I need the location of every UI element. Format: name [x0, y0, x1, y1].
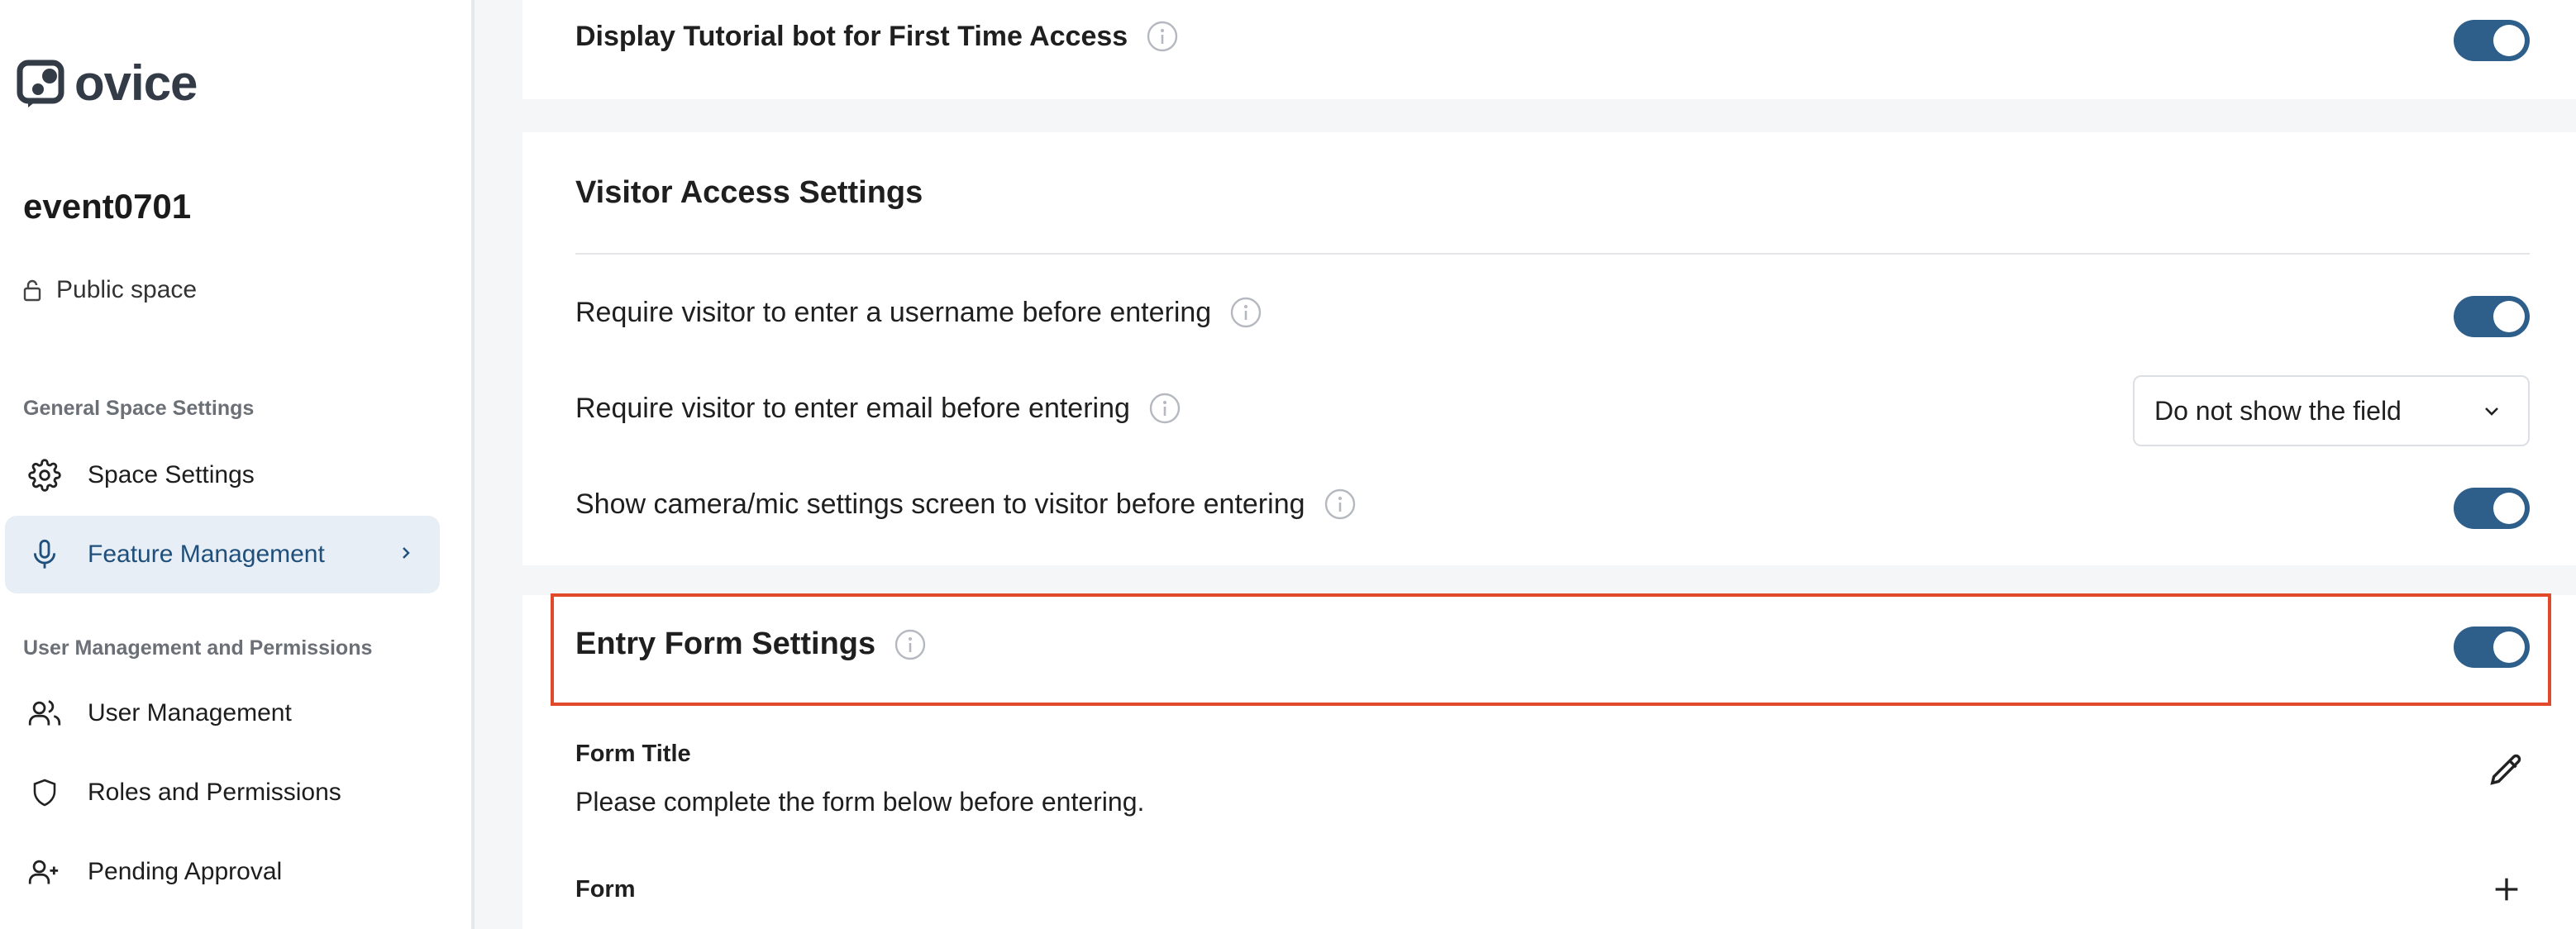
pencil-icon — [2490, 754, 2521, 785]
sidebar-item-feature-management[interactable]: Feature Management — [5, 516, 440, 593]
sidebar-item-label: Space Settings — [88, 461, 255, 488]
form-title-value: Please complete the form below before en… — [575, 787, 1145, 817]
sidebar-item-label: Pending Approval — [88, 858, 283, 885]
ovice-logo-icon — [17, 60, 64, 107]
tutorial-bot-card: Display Tutorial bot for First Time Acce… — [522, 0, 2576, 99]
space-type-label: Public space — [56, 276, 198, 303]
shield-icon — [26, 774, 63, 811]
sidebar-item-label: Feature Management — [88, 541, 325, 568]
require-email-select-value: Do not show the field — [2154, 395, 2402, 426]
space-name: event0701 — [23, 187, 192, 226]
chevron-down-icon — [2485, 407, 2498, 416]
sidebar-item-roles-permissions[interactable]: Roles and Permissions — [5, 754, 440, 831]
ovice-logo[interactable]: ovice — [17, 55, 198, 111]
visitor-access-title: Visitor Access Settings — [575, 175, 923, 210]
info-icon[interactable] — [1148, 392, 1181, 425]
form-label: Form — [575, 876, 636, 903]
require-email-label: Require visitor to enter email before en… — [575, 392, 1130, 424]
lock-icon — [23, 279, 41, 302]
logo-text: ovice — [74, 55, 198, 111]
require-username-label: Require visitor to enter a username befo… — [575, 296, 1212, 328]
camera-mic-toggle[interactable] — [2454, 488, 2530, 529]
form-title-label: Form Title — [575, 741, 691, 767]
info-icon[interactable] — [1324, 488, 1357, 521]
toggle-knob — [2493, 301, 2525, 332]
gear-icon — [26, 457, 63, 493]
require-username-toggle[interactable] — [2454, 296, 2530, 337]
section-general-space-settings: General Space Settings — [23, 397, 255, 420]
divider — [575, 253, 2530, 255]
require-username-row: Require visitor to enter a username befo… — [575, 296, 1262, 329]
sidebar-item-space-settings[interactable]: Space Settings — [5, 436, 440, 514]
users-icon — [26, 695, 63, 731]
tutorial-bot-label: Display Tutorial bot for First Time Acce… — [575, 20, 1128, 52]
chevron-right-icon — [403, 547, 410, 559]
toggle-knob — [2493, 25, 2525, 56]
sidebar-item-user-management[interactable]: User Management — [5, 674, 440, 752]
tutorial-bot-row: Display Tutorial bot for First Time Acce… — [575, 20, 1179, 53]
tutorial-bot-toggle[interactable] — [2454, 20, 2530, 61]
user-plus-icon — [26, 854, 63, 890]
camera-mic-label: Show camera/mic settings screen to visit… — [575, 488, 1305, 520]
toggle-knob — [2493, 493, 2525, 524]
microphone-icon — [26, 536, 63, 573]
space-type: Public space — [23, 276, 197, 304]
sidebar-item-label: Roles and Permissions — [88, 779, 341, 806]
plus-icon — [2495, 878, 2518, 901]
require-email-select[interactable]: Do not show the field — [2133, 375, 2530, 446]
section-user-management-permissions: User Management and Permissions — [23, 636, 373, 660]
visitor-access-card: Visitor Access Settings Require visitor … — [522, 132, 2576, 565]
sidebar-item-pending-approval[interactable]: Pending Approval — [5, 833, 440, 911]
require-email-row: Require visitor to enter email before en… — [575, 392, 1181, 425]
info-icon[interactable] — [1146, 20, 1179, 53]
add-form-field-button[interactable] — [2483, 866, 2530, 912]
sidebar-item-label: User Management — [88, 699, 292, 727]
edit-form-title-button[interactable] — [2483, 747, 2530, 793]
sidebar: ovice event0701 Public space General Spa… — [0, 0, 475, 929]
info-icon[interactable] — [1229, 296, 1262, 329]
camera-mic-row: Show camera/mic settings screen to visit… — [575, 488, 1357, 521]
entry-form-highlight — [551, 593, 2551, 706]
